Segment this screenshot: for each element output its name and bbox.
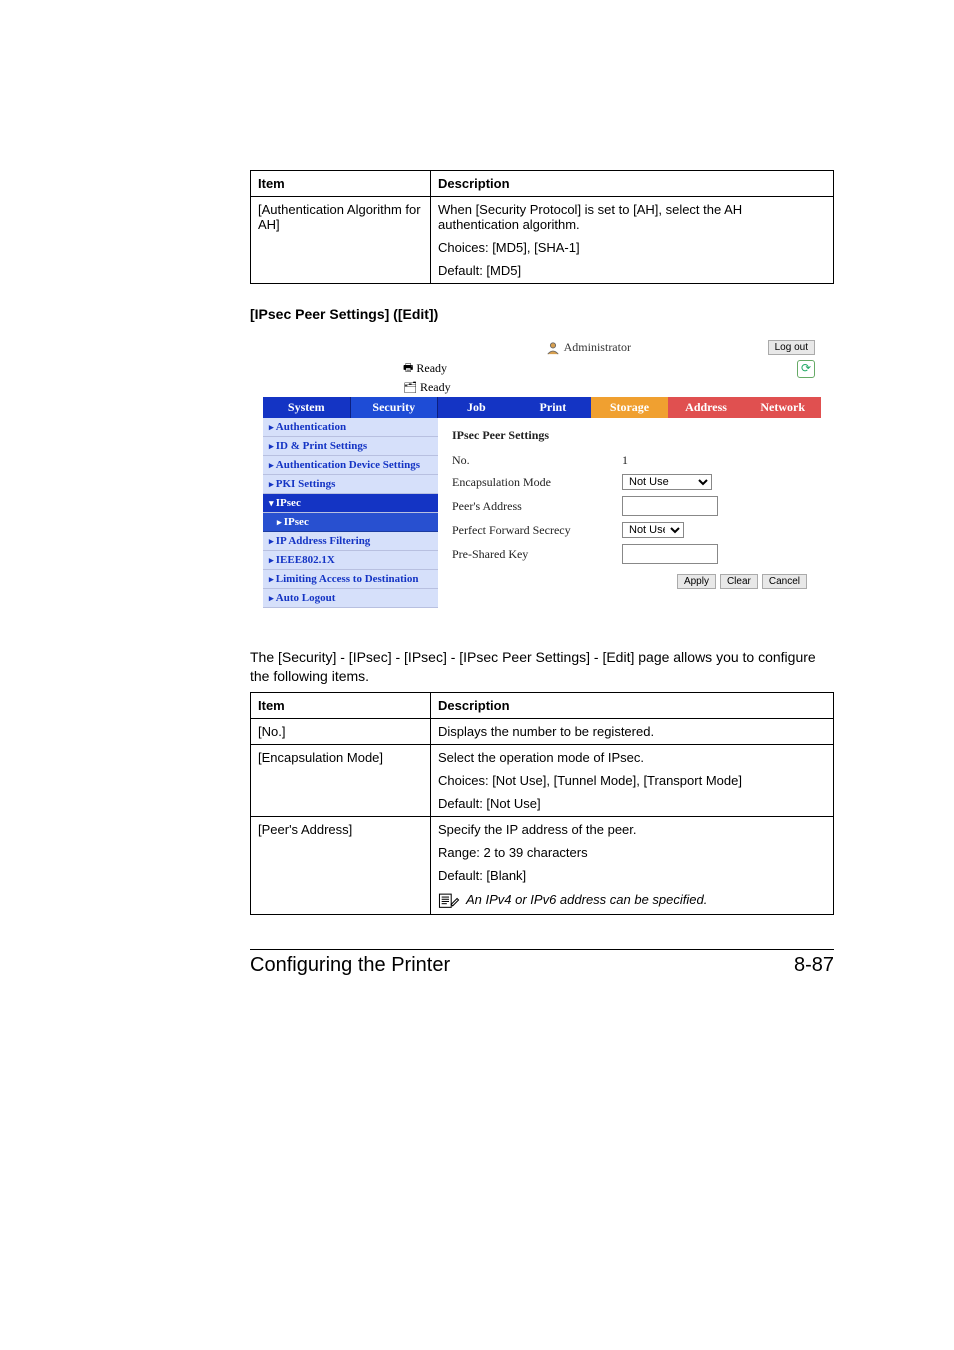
label-no: No. (452, 453, 622, 468)
cell-desc: Select the operation mode of IPsec. Choi… (431, 744, 834, 816)
tab-print[interactable]: Print (515, 397, 592, 418)
status-ready: Ready (416, 361, 447, 376)
cell-desc: Specify the IP address of the peer. Rang… (431, 816, 834, 914)
refresh-icon[interactable]: ⟳ (797, 360, 815, 378)
sidebar-item-autologout[interactable]: Auto Logout (263, 589, 438, 608)
desc-line: Specify the IP address of the peer. (438, 822, 826, 837)
sidebar-item-authdev[interactable]: Authentication Device Settings (263, 456, 438, 475)
desc-line: Default: [Not Use] (438, 796, 826, 811)
select-pfs[interactable]: Not Use (622, 522, 684, 538)
desc-line: Select the operation mode of IPsec. (438, 750, 826, 765)
table-row: [No.] Displays the number to be register… (251, 718, 834, 744)
sidebar-item-pki[interactable]: PKI Settings (263, 475, 438, 494)
sidebar-item-authentication[interactable]: Authentication (263, 418, 438, 437)
tab-address[interactable]: Address (668, 397, 745, 418)
footer-page: 8-87 (794, 954, 834, 977)
input-psk[interactable] (622, 544, 718, 564)
label-psk: Pre-Shared Key (452, 547, 622, 562)
input-peer[interactable] (622, 496, 718, 516)
cell-item: [No.] (251, 718, 431, 744)
cell-item: [Peer's Address] (251, 816, 431, 914)
sidebar-sub-ipsec[interactable]: IPsec (263, 513, 438, 532)
label-encap: Encapsulation Mode (452, 475, 622, 490)
cancel-button[interactable]: Cancel (762, 574, 807, 589)
select-encap[interactable]: Not Use (622, 474, 712, 490)
note-icon (438, 891, 460, 909)
sidebar-item-idprint[interactable]: ID & Print Settings (263, 437, 438, 456)
admin-screenshot: Administrator Log out 🖶 Ready ⟳ 🗂 Ready … (250, 336, 834, 608)
col-item: Item (251, 692, 431, 718)
sidebar-item-limiting[interactable]: Limiting Access to Destination (263, 570, 438, 589)
col-desc: Description (431, 171, 834, 197)
form-title: IPsec Peer Settings (452, 428, 807, 443)
sidebar-item-ieee[interactable]: IEEE802.1X (263, 551, 438, 570)
apply-button[interactable]: Apply (677, 574, 716, 589)
tab-storage[interactable]: Storage (591, 397, 668, 418)
logout-button[interactable]: Log out (768, 340, 815, 355)
table-row: [Peer's Address] Specify the IP address … (251, 816, 834, 914)
desc-line: When [Security Protocol] is set to [AH],… (438, 202, 826, 232)
cell-desc: When [Security Protocol] is set to [AH],… (431, 197, 834, 284)
desc-line: Choices: [MD5], [SHA-1] (438, 240, 826, 255)
device-icon: 🗂 (403, 381, 417, 394)
desc-line: Range: 2 to 39 characters (438, 845, 826, 860)
desc-line: Default: [MD5] (438, 263, 826, 278)
page-footer: Configuring the Printer 8-87 (250, 949, 834, 977)
col-desc: Description (431, 692, 834, 718)
value-no: 1 (622, 453, 628, 468)
col-item: Item (251, 171, 431, 197)
user-icon (546, 341, 560, 355)
tab-network[interactable]: Network (744, 397, 821, 418)
printer-icon: 🖶 (403, 359, 413, 378)
section-heading: [IPsec Peer Settings] ([Edit]) (250, 306, 834, 322)
label-peer: Peer's Address (452, 499, 622, 514)
cell-item: [Authentication Algorithm for AH] (251, 197, 431, 284)
cell-desc: Displays the number to be registered. (431, 718, 834, 744)
tab-security[interactable]: Security (351, 397, 439, 418)
tab-system[interactable]: System (263, 397, 351, 418)
tab-job[interactable]: Job (438, 397, 515, 418)
table-auth-algorithm: Item Description [Authentication Algorit… (250, 170, 834, 284)
label-pfs: Perfect Forward Secrecy (452, 523, 622, 538)
footer-section: Configuring the Printer (250, 954, 450, 977)
table-row: [Authentication Algorithm for AH] When [… (251, 197, 834, 284)
status-ready: Ready (420, 380, 451, 395)
user-label: Administrator (564, 340, 631, 355)
desc-line: Choices: [Not Use], [Tunnel Mode], [Tran… (438, 773, 826, 788)
table-ipsec-peer: Item Description [No.] Displays the numb… (250, 692, 834, 915)
desc-line: Default: [Blank] (438, 868, 826, 883)
intro-text: The [Security] - [IPsec] - [IPsec] - [IP… (250, 648, 834, 686)
sidebar-item-ipsec-group[interactable]: IPsec (263, 494, 438, 513)
sidebar-item-ipfilter[interactable]: IP Address Filtering (263, 532, 438, 551)
note-text: An IPv4 or IPv6 address can be specified… (466, 892, 707, 907)
cell-item: [Encapsulation Mode] (251, 744, 431, 816)
clear-button[interactable]: Clear (720, 574, 758, 589)
table-row: [Encapsulation Mode] Select the operatio… (251, 744, 834, 816)
note-row: An IPv4 or IPv6 address can be specified… (438, 891, 826, 909)
